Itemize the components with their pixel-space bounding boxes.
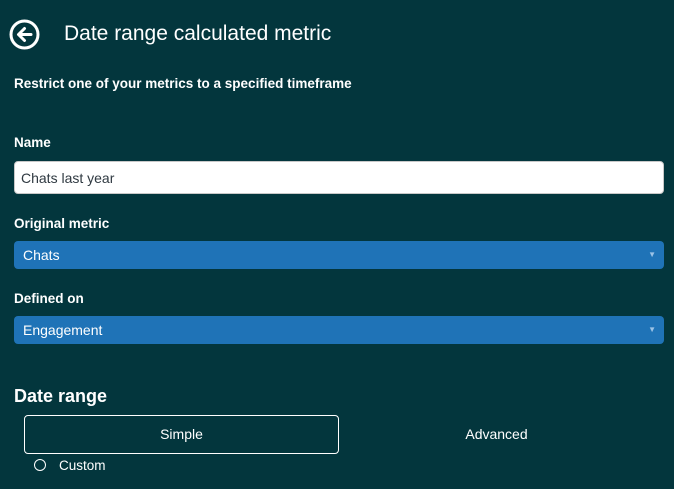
radio-button[interactable] — [34, 459, 46, 471]
original-metric-value: Chats — [23, 247, 60, 263]
tab-simple[interactable]: Simple — [24, 415, 339, 454]
custom-radio-label: Custom — [59, 458, 106, 473]
page-description: Restrict one of your metrics to a specif… — [14, 76, 352, 91]
back-button[interactable] — [9, 19, 40, 50]
tab-advanced[interactable]: Advanced — [339, 415, 654, 454]
header: Date range calculated metric — [0, 0, 674, 68]
page-title: Date range calculated metric — [64, 22, 332, 45]
original-metric-select[interactable]: Chats ▼ — [14, 241, 664, 269]
arrow-left-circle-icon — [9, 19, 40, 50]
defined-on-select[interactable]: Engagement ▼ — [14, 316, 664, 344]
name-label: Name — [14, 135, 51, 150]
chevron-down-icon: ▼ — [648, 250, 656, 259]
defined-on-label: Defined on — [14, 291, 84, 306]
defined-on-value: Engagement — [23, 322, 103, 338]
original-metric-label: Original metric — [14, 216, 110, 231]
date-range-heading: Date range — [14, 386, 108, 406]
chevron-down-icon: ▼ — [648, 325, 656, 334]
name-input[interactable] — [14, 161, 664, 194]
